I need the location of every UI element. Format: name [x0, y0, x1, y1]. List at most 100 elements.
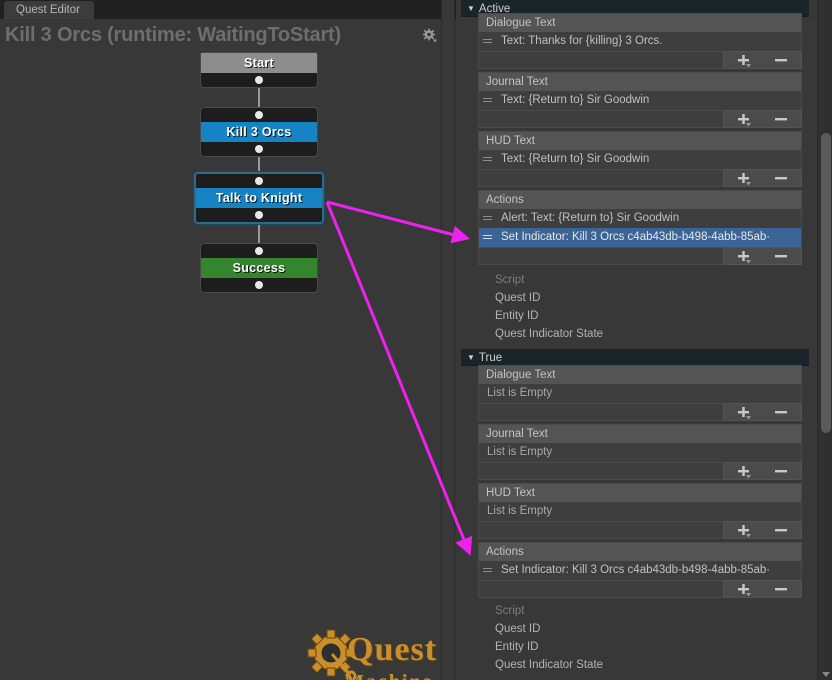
node-output-port[interactable] [201, 142, 317, 156]
node-output-port[interactable] [201, 278, 317, 292]
list-item[interactable]: Text: {Return to} Sir Goodwin [479, 91, 801, 110]
graph-node-label: Start [201, 53, 317, 73]
add-button[interactable] [724, 581, 762, 597]
remove-button[interactable] [762, 581, 800, 597]
list-add-remove-buttons [723, 521, 802, 539]
remove-button[interactable] [762, 111, 800, 127]
add-button[interactable] [724, 170, 762, 186]
remove-button[interactable] [762, 463, 800, 479]
pane-divider[interactable] [441, 0, 455, 680]
list-footer [478, 51, 802, 69]
list-dialogue-text-true: Dialogue Text List is Empty [478, 365, 802, 421]
graph-node-kill-3-orcs[interactable]: Kill 3 Orcs [200, 107, 318, 157]
node-output-port[interactable] [201, 73, 317, 87]
remove-button[interactable] [762, 170, 800, 186]
list-body: Set Indicator: Kill 3 Orcs c4ab43db-b498… [478, 561, 802, 581]
drag-handle-icon[interactable] [483, 39, 492, 44]
list-journal-text-active: Journal Text Text: {Return to} Sir Goodw… [478, 72, 802, 128]
list-item[interactable]: Set Indicator: Kill 3 Orcs c4ab43db-b498… [479, 561, 801, 580]
remove-button[interactable] [762, 52, 800, 68]
graph-node-success[interactable]: Success [200, 243, 318, 293]
list-body: Text: {Return to} Sir Goodwin [478, 91, 802, 111]
list-item[interactable]: Text: {Return to} Sir Goodwin [479, 150, 801, 169]
node-input-port[interactable] [201, 244, 317, 258]
list-header: HUD Text [478, 131, 802, 150]
property-label: Quest ID [495, 623, 541, 635]
list-add-remove-buttons [723, 51, 802, 69]
drag-handle-icon[interactable] [483, 157, 492, 162]
list-footer [478, 462, 802, 480]
property-label: Script [495, 605, 525, 617]
logo-word-quest: Quest [347, 631, 437, 668]
gear-icon[interactable] [422, 28, 438, 44]
property-row-quest-indicator-state: Quest Indicator State None ▲▼ [456, 656, 832, 674]
remove-button[interactable] [762, 248, 800, 264]
property-label: Quest ID [495, 292, 541, 304]
list-item-label: Text: {Return to} Sir Goodwin [501, 153, 650, 165]
list-footer [478, 580, 802, 598]
list-add-remove-buttons [723, 403, 802, 421]
quest-graph-pane[interactable]: Kill 3 Orcs (runtime: WaitingToStart) St… [0, 19, 441, 680]
list-add-remove-buttons [723, 169, 802, 187]
drag-handle-icon[interactable] [483, 98, 492, 103]
tab-quest-editor[interactable]: Quest Editor [4, 1, 94, 19]
drag-handle-icon[interactable] [483, 216, 492, 221]
list-footer [478, 110, 802, 128]
inspector-scrollbar[interactable] [817, 0, 832, 680]
quest-machine-logo: Quest Machine [305, 625, 441, 680]
list-empty-message: List is Empty [479, 443, 801, 462]
property-row-script: Script SetIndicatorQuestAction [456, 602, 832, 620]
list-item-selected[interactable]: Set Indicator: Kill 3 Orcs c4ab43db-b498… [479, 228, 801, 247]
property-label: Entity ID [495, 310, 539, 322]
property-label: Entity ID [495, 641, 539, 653]
list-dialogue-text-active: Dialogue Text Text: Thanks for {killing}… [478, 13, 802, 69]
list-actions-active: Actions Alert: Text: {Return to} Sir Goo… [478, 190, 802, 265]
list-header: Actions [478, 190, 802, 209]
graph-node-talk-to-knight[interactable]: Talk to Knight [194, 172, 324, 224]
drag-handle-icon[interactable] [483, 235, 492, 240]
property-row-script: Script SetIndicatorQuestAction [456, 271, 832, 289]
page-title: Kill 3 Orcs (runtime: WaitingToStart) [5, 24, 341, 46]
list-item[interactable]: Alert: Text: {Return to} Sir Goodwin [479, 209, 801, 228]
drag-handle-icon[interactable] [483, 568, 492, 573]
section-header-true[interactable]: ▼ True [461, 349, 809, 366]
list-body: Alert: Text: {Return to} Sir Goodwin Set… [478, 209, 802, 248]
node-input-port[interactable] [196, 174, 322, 188]
section-title: True [478, 352, 503, 364]
graph-node-label: Talk to Knight [196, 188, 322, 208]
add-button[interactable] [724, 248, 762, 264]
list-body: Text: Thanks for {killing} 3 Orcs. [478, 32, 802, 52]
list-header: Dialogue Text [478, 365, 802, 384]
list-empty-message: List is Empty [479, 502, 801, 521]
list-header: Actions [478, 542, 802, 561]
list-body: List is Empty [478, 443, 802, 463]
list-body: List is Empty [478, 502, 802, 522]
add-button[interactable] [724, 404, 762, 420]
add-button[interactable] [724, 52, 762, 68]
remove-button[interactable] [762, 522, 800, 538]
list-footer [478, 403, 802, 421]
list-header: Dialogue Text [478, 13, 802, 32]
node-output-port[interactable] [196, 208, 322, 222]
remove-button[interactable] [762, 404, 800, 420]
list-item-label: Text: {Return to} Sir Goodwin [501, 94, 650, 106]
list-body: List is Empty [478, 384, 802, 404]
quest-editor-window: Quest Editor Kill 3 Orcs (runtime: Waiti… [0, 0, 832, 680]
add-button[interactable] [724, 463, 762, 479]
chevron-down-icon[interactable] [822, 672, 830, 677]
list-hud-text-true: HUD Text List is Empty [478, 483, 802, 539]
list-header: Journal Text [478, 72, 802, 91]
add-button[interactable] [724, 111, 762, 127]
list-empty-message: List is Empty [479, 384, 801, 403]
scrollbar-thumb[interactable] [821, 133, 831, 433]
list-item[interactable]: Text: Thanks for {killing} 3 Orcs. [479, 32, 801, 51]
list-body: Text: {Return to} Sir Goodwin [478, 150, 802, 170]
chevron-down-icon: ▼ [467, 4, 475, 13]
property-row-entity-id: Entity ID Knight [456, 638, 832, 656]
graph-node-start[interactable]: Start [200, 52, 318, 88]
chevron-down-icon: ▼ [467, 353, 475, 362]
node-input-port[interactable] [201, 108, 317, 122]
list-item-label: Text: Thanks for {killing} 3 Orcs. [501, 35, 663, 47]
add-button[interactable] [724, 522, 762, 538]
property-row-quest-id: Quest ID Kill 3 Orcs c4ab43db-b498-4ab [456, 289, 832, 307]
